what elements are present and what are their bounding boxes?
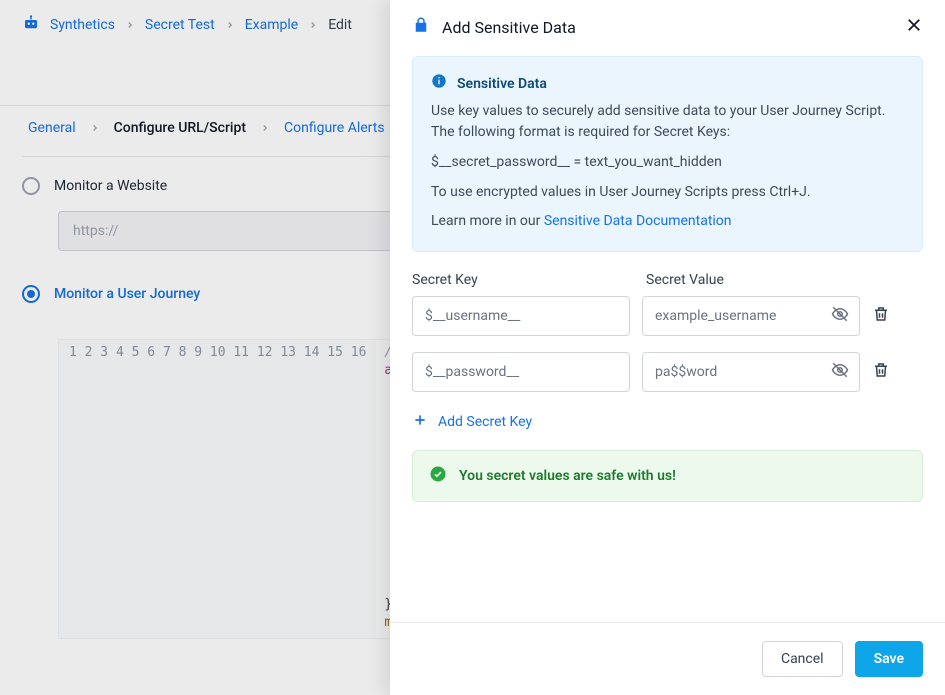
tab-configure-url-script[interactable]: Configure URL/Script xyxy=(114,120,246,136)
info-box: Sensitive Data Use key values to securel… xyxy=(412,56,923,252)
safe-message-text: You secret values are safe with us! xyxy=(459,468,676,484)
delete-row-button[interactable] xyxy=(872,361,890,383)
chevron-right-icon xyxy=(125,20,135,30)
secret-value-input[interactable]: example_username xyxy=(642,296,860,336)
secret-value-text: example_username xyxy=(655,308,831,324)
eye-off-icon[interactable] xyxy=(831,305,849,327)
url-placeholder-text: https:// xyxy=(73,223,118,239)
secret-value-input[interactable]: pa$$word xyxy=(642,352,860,392)
info-learn-link[interactable]: Sensitive Data Documentation xyxy=(544,213,732,229)
info-learn-prefix: Learn more in our xyxy=(431,213,544,229)
save-button[interactable]: Save xyxy=(855,641,923,677)
breadcrumb-item-secrettest[interactable]: Secret Test xyxy=(145,17,215,33)
radio-label-monitor-user-journey: Monitor a User Journey xyxy=(54,286,200,302)
info-heading: Sensitive Data xyxy=(457,74,547,96)
cancel-button[interactable]: Cancel xyxy=(762,641,843,677)
radio-monitor-website[interactable] xyxy=(22,177,40,195)
secret-key-text: $__username__ xyxy=(425,308,619,324)
chevron-right-icon xyxy=(308,20,318,30)
check-circle-icon xyxy=(429,465,447,487)
breadcrumb-item-edit: Edit xyxy=(328,17,352,33)
secret-row: $__password__ pa$$word xyxy=(412,352,923,392)
info-icon xyxy=(431,73,447,97)
radio-label-monitor-website: Monitor a Website xyxy=(54,178,167,194)
info-example: $__secret_password__ = text_you_want_hid… xyxy=(431,152,904,174)
secret-key-text: $__password__ xyxy=(425,364,619,380)
panel-footer: Cancel Save xyxy=(390,622,945,695)
sensitive-data-panel: Add Sensitive Data Sensitive Data Use ke… xyxy=(390,0,945,695)
lock-icon xyxy=(412,16,430,38)
secret-key-label: Secret Key xyxy=(412,272,630,288)
close-button[interactable] xyxy=(905,16,923,38)
info-body2: To use encrypted values in User Journey … xyxy=(431,182,904,204)
secret-value-text: pa$$word xyxy=(655,364,831,380)
chevron-right-icon xyxy=(260,123,270,133)
tab-configure-alerts[interactable]: Configure Alerts xyxy=(284,120,385,136)
secret-value-label: Secret Value xyxy=(646,272,923,288)
info-body1: Use key values to securely add sensitive… xyxy=(431,103,885,141)
add-secret-key-button[interactable]: Add Secret Key xyxy=(412,408,923,450)
code-gutter: 1 2 3 4 5 6 7 8 9 10 11 12 13 14 15 16 xyxy=(59,340,376,638)
breadcrumb-item-synthetics[interactable]: Synthetics xyxy=(50,17,115,33)
secret-row: $__username__ example_username xyxy=(412,296,923,336)
breadcrumb-item-example[interactable]: Example xyxy=(245,17,298,33)
robot-icon xyxy=(22,14,40,36)
radio-monitor-user-journey[interactable] xyxy=(22,285,40,303)
secret-key-input[interactable]: $__username__ xyxy=(412,296,630,336)
tab-general[interactable]: General xyxy=(28,120,76,136)
eye-off-icon[interactable] xyxy=(831,361,849,383)
safe-message-box: You secret values are safe with us! xyxy=(412,450,923,502)
add-secret-key-label: Add Secret Key xyxy=(438,414,532,430)
secret-key-input[interactable]: $__password__ xyxy=(412,352,630,392)
panel-title: Add Sensitive Data xyxy=(442,18,893,37)
plus-icon xyxy=(412,412,428,432)
delete-row-button[interactable] xyxy=(872,305,890,327)
chevron-right-icon xyxy=(90,123,100,133)
chevron-right-icon xyxy=(225,20,235,30)
